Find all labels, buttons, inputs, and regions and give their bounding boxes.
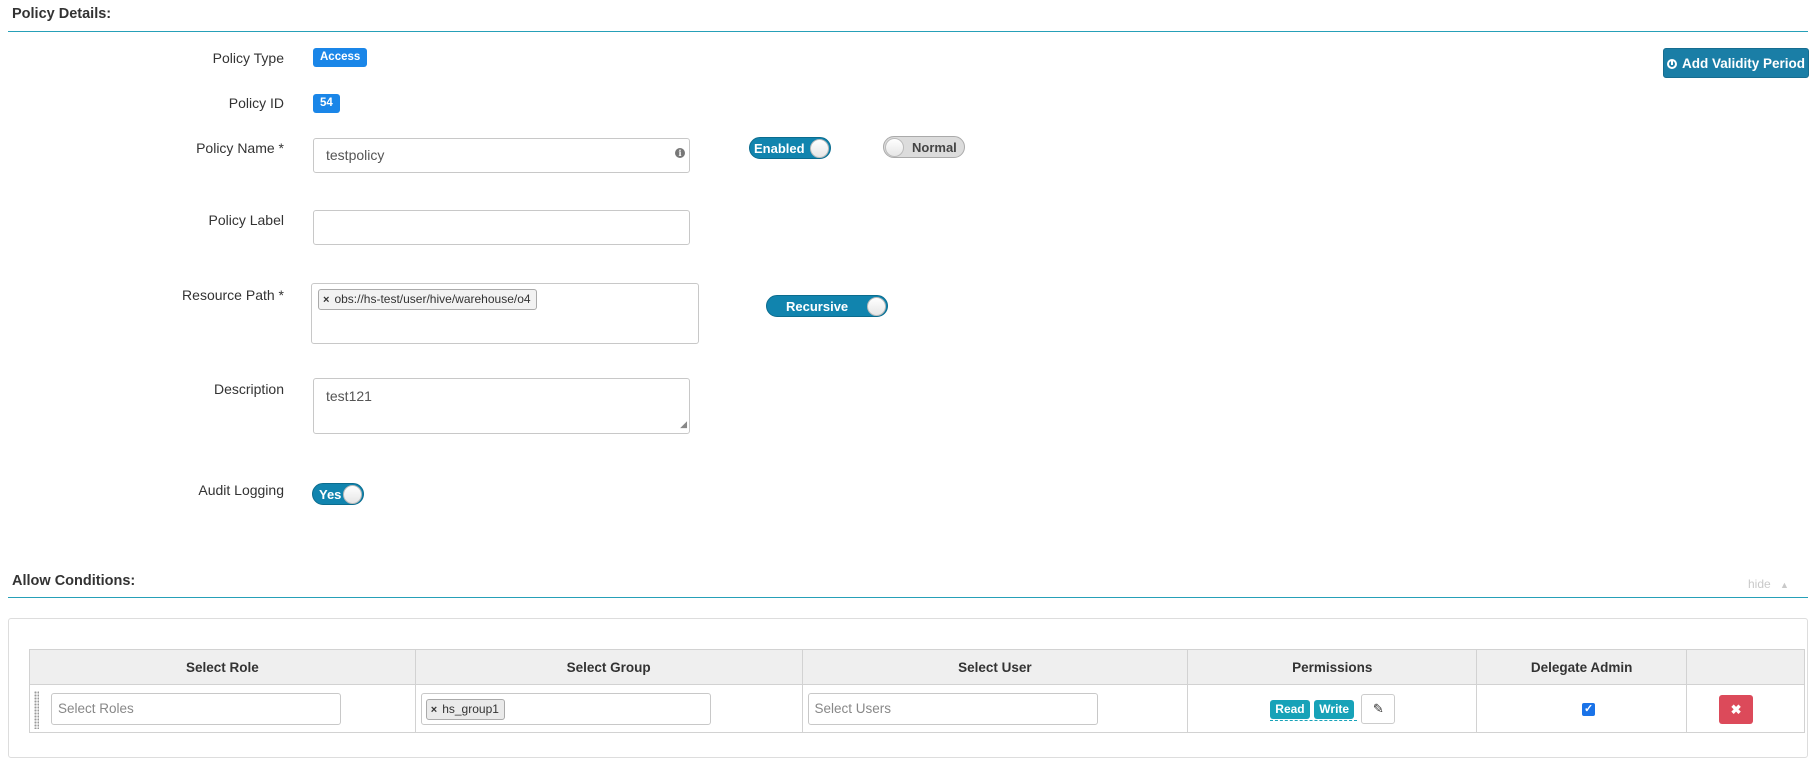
table-header-row: Select Role Select Group Select User Per… — [29, 649, 1805, 685]
enabled-toggle[interactable]: Enabled — [749, 137, 831, 159]
info-icon[interactable]: i — [675, 148, 685, 158]
select-group-cell: × hs_group1 — [414, 684, 803, 733]
hide-link-label: hide — [1748, 577, 1771, 591]
pencil-icon: ✎ — [1372, 701, 1384, 716]
permissions-underline — [1270, 720, 1358, 721]
table-row: Select Roles × hs_group1 Select Users Rea… — [29, 684, 1805, 733]
audit-logging-toggle[interactable]: Yes — [312, 483, 364, 505]
audit-logging-toggle-label: Yes — [319, 487, 342, 502]
policy-name-value: testpolicy — [326, 147, 385, 163]
permission-read-badge[interactable]: Read — [1270, 700, 1310, 719]
recursive-toggle-knob — [867, 297, 886, 316]
remove-tag-icon[interactable]: × — [431, 704, 437, 716]
policy-type-label: Policy Type — [212, 50, 284, 66]
normal-toggle[interactable]: Normal — [883, 136, 965, 158]
audit-logging-toggle-knob — [343, 485, 362, 504]
column-header: Select User — [801, 649, 1189, 685]
policy-name-input[interactable]: testpolicy i — [313, 138, 690, 173]
resource-path-tag-text: obs://hs-test/user/hive/warehouse/o4 — [334, 292, 531, 306]
policy-details-title: Policy Details: — [12, 6, 112, 22]
drag-handle-icon[interactable] — [34, 691, 39, 729]
column-header: Select Role — [29, 649, 416, 685]
allow-conditions-title: Allow Conditions: — [12, 573, 136, 589]
delegate-admin-cell: ✓ — [1476, 684, 1688, 733]
edit-permissions-button[interactable]: ✎ — [1361, 694, 1396, 724]
delete-row-button[interactable]: ✖ — [1719, 695, 1754, 724]
select-users-placeholder: Select Users — [814, 701, 892, 716]
policy-label-label: Policy Label — [208, 212, 285, 228]
normal-toggle-knob — [885, 138, 904, 157]
column-header: Select Group — [414, 649, 803, 685]
description-textarea[interactable]: test121 ◢ — [313, 378, 690, 434]
hide-link[interactable]: hide ▲ — [1748, 577, 1789, 591]
resource-path-tag[interactable]: × obs://hs-test/user/hive/warehouse/o4 — [318, 289, 537, 310]
enabled-toggle-knob — [810, 139, 829, 158]
add-validity-period-button[interactable]: Add Validity Period — [1663, 48, 1809, 78]
add-validity-label: Add Validity Period — [1681, 56, 1806, 71]
permission-write-badge[interactable]: Write — [1314, 700, 1355, 719]
description-value: test121 — [326, 388, 372, 404]
permissions-cell: Read Write ✎ — [1187, 684, 1478, 733]
policy-type-badge: Access — [313, 48, 368, 67]
allow-conditions-heading: Allow Conditions: — [8, 573, 1808, 598]
resource-path-label: Resource Path * — [182, 287, 284, 303]
actions-cell: ✖ — [1686, 684, 1805, 733]
select-roles-placeholder: Select Roles — [58, 701, 134, 716]
caret-up-icon: ▲ — [1780, 580, 1789, 590]
select-user-cell: Select Users — [801, 684, 1189, 733]
select-users-input[interactable]: Select Users — [807, 693, 1098, 725]
description-label: Description — [213, 381, 284, 397]
normal-toggle-label: Normal — [912, 140, 957, 155]
allow-conditions-table: Select Role Select Group Select User Per… — [29, 649, 1805, 733]
column-header-actions — [1686, 649, 1805, 685]
group-tag[interactable]: × hs_group1 — [425, 699, 505, 720]
column-header: Delegate Admin — [1476, 649, 1688, 685]
recursive-toggle-label: Recursive — [786, 299, 849, 314]
select-roles-input[interactable]: Select Roles — [51, 693, 341, 725]
select-role-cell: Select Roles — [29, 684, 416, 733]
audit-logging-label: Audit Logging — [198, 482, 284, 498]
enabled-toggle-label: Enabled — [754, 141, 805, 156]
policy-label-input[interactable] — [313, 210, 690, 245]
remove-tag-icon[interactable]: × — [323, 294, 329, 306]
resize-handle-icon[interactable]: ◢ — [680, 416, 687, 432]
policy-id-badge: 54 — [313, 94, 340, 113]
clock-icon — [1666, 59, 1677, 69]
delegate-admin-checkbox[interactable]: ✓ — [1582, 703, 1596, 716]
recursive-toggle[interactable]: Recursive — [766, 295, 888, 317]
policy-details-heading: Policy Details: — [8, 6, 1808, 32]
select-group-input[interactable]: × hs_group1 — [420, 693, 711, 725]
column-header: Permissions — [1187, 649, 1478, 685]
policy-name-label: Policy Name * — [196, 140, 284, 156]
group-tag-text: hs_group1 — [442, 702, 499, 716]
policy-id-label: Policy ID — [228, 95, 284, 111]
close-icon: ✖ — [1730, 702, 1742, 717]
resource-path-input[interactable]: × obs://hs-test/user/hive/warehouse/o4 — [311, 283, 699, 344]
